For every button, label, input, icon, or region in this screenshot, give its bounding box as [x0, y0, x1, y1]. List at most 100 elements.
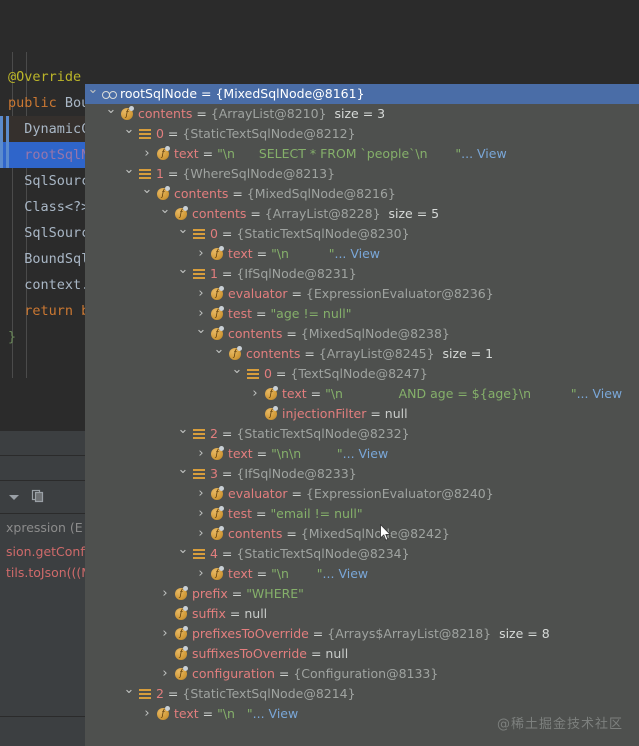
tree-row[interactable]: 1 = {IfSqlNode@8231} — [85, 264, 639, 284]
chevron-down-icon[interactable] — [105, 104, 117, 124]
tree-row[interactable]: prefixesToOverride = {Arrays$ArrayList@8… — [85, 624, 639, 644]
tree-row-name: prefixesToOverride — [192, 626, 309, 641]
tree-row[interactable]: rootSqlNode = {MixedSqlNode@8161} — [85, 84, 639, 104]
chevron-right-icon[interactable] — [195, 304, 207, 324]
tree-row[interactable]: 2 = {StaticTextSqlNode@8214} — [85, 684, 639, 704]
chevron-right-icon[interactable] — [159, 664, 171, 684]
tree-row-name: text — [228, 246, 253, 261]
view-link[interactable]: ... View — [334, 246, 380, 261]
view-link[interactable]: ... View — [461, 146, 507, 161]
tree-row[interactable]: text = "\n SELECT * FROM `people`\n "...… — [85, 144, 639, 164]
chevron-down-icon[interactable] — [159, 204, 171, 224]
tree-row[interactable]: injectionFilter = null — [85, 404, 639, 424]
chevron-right-icon[interactable] — [141, 704, 153, 724]
copy-icon[interactable] — [30, 488, 46, 508]
view-link[interactable]: ... View — [577, 386, 623, 401]
tree-row[interactable]: evaluator = {ExpressionEvaluator@8236} — [85, 284, 639, 304]
tree-row[interactable]: 0 = {StaticTextSqlNode@8230} — [85, 224, 639, 244]
tree-row[interactable]: test = "age != null" — [85, 304, 639, 324]
watch-expression-1[interactable]: sion.getConfig — [0, 541, 96, 562]
tree-row[interactable]: evaluator = {ExpressionEvaluator@8240} — [85, 484, 639, 504]
tree-row[interactable]: contents = {ArrayList@8245} size = 1 — [85, 344, 639, 364]
tree-row-equals: = — [217, 226, 237, 241]
chevron-down-icon[interactable] — [177, 264, 189, 284]
chevron-right-icon[interactable] — [195, 524, 207, 544]
chevron-right-icon[interactable] — [195, 564, 207, 584]
chevron-right-icon[interactable] — [159, 624, 171, 644]
chevron-down-icon[interactable] — [177, 464, 189, 484]
panel-divider-2 — [0, 455, 85, 456]
chevron-down-icon[interactable] — [123, 124, 135, 144]
tree-row-value: "WHERE" — [246, 586, 304, 601]
tree-row[interactable]: suffix = null — [85, 604, 639, 624]
tree-row-name: 1 — [210, 266, 218, 281]
tree-row[interactable]: text = "\n "... View — [85, 244, 639, 264]
tree-row[interactable]: 2 = {StaticTextSqlNode@8232} — [85, 424, 639, 444]
tree-row-name: rootSqlNode — [120, 86, 198, 101]
chevron-down-icon[interactable] — [231, 364, 243, 384]
tree-row-name: 3 — [210, 466, 218, 481]
chevron-right-icon[interactable] — [195, 504, 207, 524]
variables-tree-popup[interactable]: rootSqlNode = {MixedSqlNode@8161}content… — [85, 84, 639, 746]
chevron-right-icon[interactable] — [159, 584, 171, 604]
tree-row[interactable]: prefix = "WHERE" — [85, 584, 639, 604]
field-icon — [173, 624, 189, 644]
field-icon — [173, 644, 189, 664]
tree-row[interactable]: test = "email != null" — [85, 504, 639, 524]
chevron-down-icon[interactable] — [141, 184, 153, 204]
field-icon — [209, 324, 225, 344]
field-icon — [209, 524, 225, 544]
tree-row[interactable]: suffixesToOverride = null — [85, 644, 639, 664]
tree-row[interactable]: text = "\n "... View — [85, 564, 639, 584]
tree-row[interactable]: text = "\n AND age = ${age}\n "... View — [85, 384, 639, 404]
tree-row-value: null — [244, 606, 268, 621]
tree-row[interactable]: 4 = {StaticTextSqlNode@8234} — [85, 544, 639, 564]
tree-row[interactable]: 0 = {TextSqlNode@8247} — [85, 364, 639, 384]
chevron-down-icon[interactable] — [123, 164, 135, 184]
tree-row[interactable]: contents = {MixedSqlNode@8238} — [85, 324, 639, 344]
field-icon — [155, 144, 171, 164]
tree-row[interactable]: contents = {MixedSqlNode@8216} — [85, 184, 639, 204]
tree-row[interactable]: configuration = {Configuration@8133} — [85, 664, 639, 684]
field-icon — [173, 584, 189, 604]
tree-row-text: text = "\n "... View — [228, 564, 368, 584]
chevron-down-icon[interactable] — [87, 84, 99, 104]
chevron-right-icon[interactable] — [141, 144, 153, 164]
tree-row-value: {ArrayList@8228} — [264, 206, 381, 221]
tree-row[interactable]: contents = {ArrayList@8210} size = 3 — [85, 104, 639, 124]
tree-row[interactable]: contents = {ArrayList@8228} size = 5 — [85, 204, 639, 224]
tree-row-value: "\n " — [271, 566, 323, 581]
tree-row[interactable]: 0 = {StaticTextSqlNode@8212} — [85, 124, 639, 144]
chevron-right-icon[interactable] — [249, 384, 261, 404]
watermark: @稀土掘金技术社区 — [496, 717, 623, 732]
tree-row-text: suffix = null — [192, 604, 267, 624]
tree-row[interactable]: contents = {MixedSqlNode@8242} — [85, 524, 639, 544]
view-link[interactable]: ... View — [323, 566, 369, 581]
tree-row-text: 0 = {StaticTextSqlNode@8212} — [156, 124, 356, 144]
chevron-down-icon[interactable] — [6, 489, 22, 509]
tree-row[interactable]: 3 = {IfSqlNode@8233} — [85, 464, 639, 484]
field-icon — [263, 384, 279, 404]
chevron-right-icon[interactable] — [195, 444, 207, 464]
chevron-down-icon[interactable] — [177, 224, 189, 244]
tree-row-equals: = — [252, 306, 271, 321]
view-link[interactable]: ... View — [343, 446, 389, 461]
watch-expression-2[interactable]: tils.toJson(((Mi — [0, 562, 96, 583]
chevron-down-icon[interactable] — [123, 684, 135, 704]
tree-row-equals: = — [271, 366, 291, 381]
tree-row[interactable]: text = "\n\n "... View — [85, 444, 639, 464]
chevron-down-icon[interactable] — [177, 424, 189, 444]
chevron-down-icon[interactable] — [195, 324, 207, 344]
chevron-right-icon[interactable] — [195, 244, 207, 264]
tree-row-value: {IfSqlNode@8231} — [236, 266, 357, 281]
chevron-right-icon[interactable] — [195, 284, 207, 304]
tree-row[interactable]: 1 = {WhereSqlNode@8213} — [85, 164, 639, 184]
chevron-down-icon[interactable] — [177, 544, 189, 564]
watches-toolbar — [0, 484, 85, 510]
chevron-right-icon[interactable] — [195, 484, 207, 504]
tree-row-text: prefix = "WHERE" — [192, 584, 304, 604]
chevron-down-icon[interactable] — [213, 344, 225, 364]
field-icon — [209, 304, 225, 324]
view-link[interactable]: ... View — [253, 706, 299, 721]
list-item-icon — [137, 124, 153, 144]
